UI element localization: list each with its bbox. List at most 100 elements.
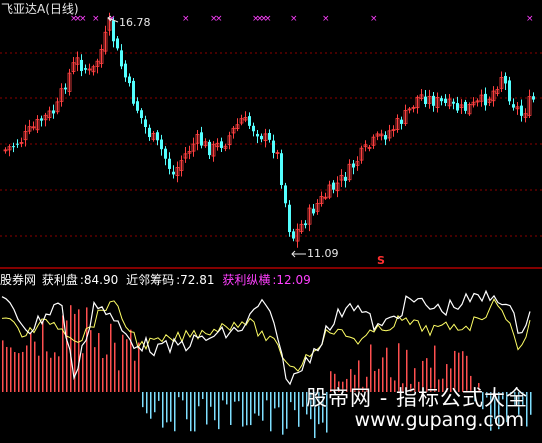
signal-marker: × xyxy=(526,14,534,24)
histogram-bar xyxy=(78,309,80,392)
candle-body xyxy=(508,80,511,102)
histogram-bar xyxy=(150,392,152,419)
histogram-bar xyxy=(126,339,128,392)
histogram-bar xyxy=(90,330,92,392)
candle-body xyxy=(288,204,291,233)
signal-marker: × xyxy=(322,14,330,24)
candle-body xyxy=(312,208,315,214)
candle-body xyxy=(520,105,523,116)
histogram-bar xyxy=(282,392,284,435)
histogram-bar xyxy=(170,392,172,422)
candle-body xyxy=(440,98,443,102)
histogram-bar xyxy=(158,392,160,401)
histogram-bar xyxy=(22,351,24,392)
candle-body xyxy=(464,101,467,111)
histogram-bar xyxy=(58,356,60,392)
histogram-bar xyxy=(74,313,76,392)
histogram-bar xyxy=(138,342,140,392)
histogram-bar xyxy=(42,320,44,392)
histogram-bar xyxy=(174,392,176,432)
histogram-bar xyxy=(54,352,56,392)
watermark-url: www.gupang.com xyxy=(354,409,524,431)
candle-body xyxy=(256,133,259,137)
histogram-bar xyxy=(294,392,296,411)
histogram-bar xyxy=(222,392,224,401)
histogram-bar xyxy=(186,392,188,420)
histogram-bar xyxy=(82,353,84,392)
histogram-bar xyxy=(278,392,280,408)
candle-body xyxy=(16,143,19,145)
histogram-bar xyxy=(218,392,220,430)
candle-body xyxy=(120,50,123,67)
candle-body xyxy=(220,141,223,148)
stock-name: 飞亚达A xyxy=(1,2,46,16)
candle-body xyxy=(208,141,211,156)
signal-marker: × xyxy=(370,14,378,24)
histogram-bar xyxy=(106,354,108,392)
histogram-bar xyxy=(298,392,300,427)
candle-body xyxy=(332,182,335,190)
chart-title: 飞亚达A(日线) xyxy=(1,0,79,17)
candle-body xyxy=(12,146,15,148)
histogram-bar xyxy=(134,360,136,392)
candle-body xyxy=(268,132,271,140)
candle-body xyxy=(344,176,347,181)
histogram-bar xyxy=(258,392,260,416)
chip-label: 近邻筹码:72.81 xyxy=(126,273,215,287)
histogram-bar xyxy=(114,342,116,392)
signal-marker: × xyxy=(92,14,100,24)
histogram-bar xyxy=(122,334,124,392)
histogram-bar xyxy=(118,370,120,392)
sell-signal: S xyxy=(377,254,385,267)
candle-body xyxy=(284,185,287,204)
histogram-bar xyxy=(62,315,64,392)
candle-body xyxy=(400,119,403,124)
histogram-bar xyxy=(214,392,216,421)
histogram-bar xyxy=(266,392,268,401)
candle-body xyxy=(304,223,307,226)
candle-body xyxy=(140,110,143,119)
histogram-bar xyxy=(230,392,232,425)
histogram-bar xyxy=(250,392,252,426)
high-price-label: 16.78 xyxy=(119,16,151,29)
candle-body xyxy=(456,103,459,111)
histogram-bar xyxy=(238,392,240,402)
histogram-bar xyxy=(98,333,100,392)
histogram-bar xyxy=(262,392,264,421)
histogram-bar xyxy=(30,332,32,392)
histogram-bar xyxy=(110,323,112,392)
candle-body xyxy=(272,140,275,153)
stock-chart-window: ×××××××××××××××× 飞亚达A(日线) 16.78 11.09 S … xyxy=(0,0,542,443)
histogram-bar xyxy=(286,392,288,429)
histogram-bar xyxy=(182,392,184,401)
histogram-bar xyxy=(206,392,208,425)
signal-marker: × xyxy=(290,14,298,24)
histogram-bar xyxy=(86,307,88,392)
candle-body xyxy=(512,104,515,108)
kline-chart[interactable]: ×××××××××××××××× xyxy=(0,0,542,443)
histogram-bar xyxy=(142,392,144,408)
candle-body xyxy=(136,101,139,111)
histogram-bar xyxy=(194,392,196,432)
candle-body xyxy=(40,118,43,121)
histogram-bar xyxy=(302,392,304,407)
histogram-bar xyxy=(154,392,156,413)
histogram-bar xyxy=(234,392,236,402)
candle-body xyxy=(128,76,131,84)
histogram-bar xyxy=(226,392,228,405)
candle-body xyxy=(52,110,55,114)
histogram-bar xyxy=(66,320,68,392)
signal-marker: × xyxy=(215,14,223,24)
histogram-bar xyxy=(6,346,8,392)
watermark-title: 股帝网 - 指标公式大全 xyxy=(306,386,528,410)
period-label: (日线) xyxy=(45,2,79,16)
candle-body xyxy=(452,101,455,104)
candle-body xyxy=(124,63,127,78)
candle-body xyxy=(64,87,67,90)
histogram-bar xyxy=(254,392,256,414)
low-price-label: 11.09 xyxy=(307,247,339,260)
histogram-bar xyxy=(210,392,212,407)
histogram-bar xyxy=(46,351,48,392)
candle-body xyxy=(384,135,387,140)
candle-body xyxy=(444,98,447,103)
